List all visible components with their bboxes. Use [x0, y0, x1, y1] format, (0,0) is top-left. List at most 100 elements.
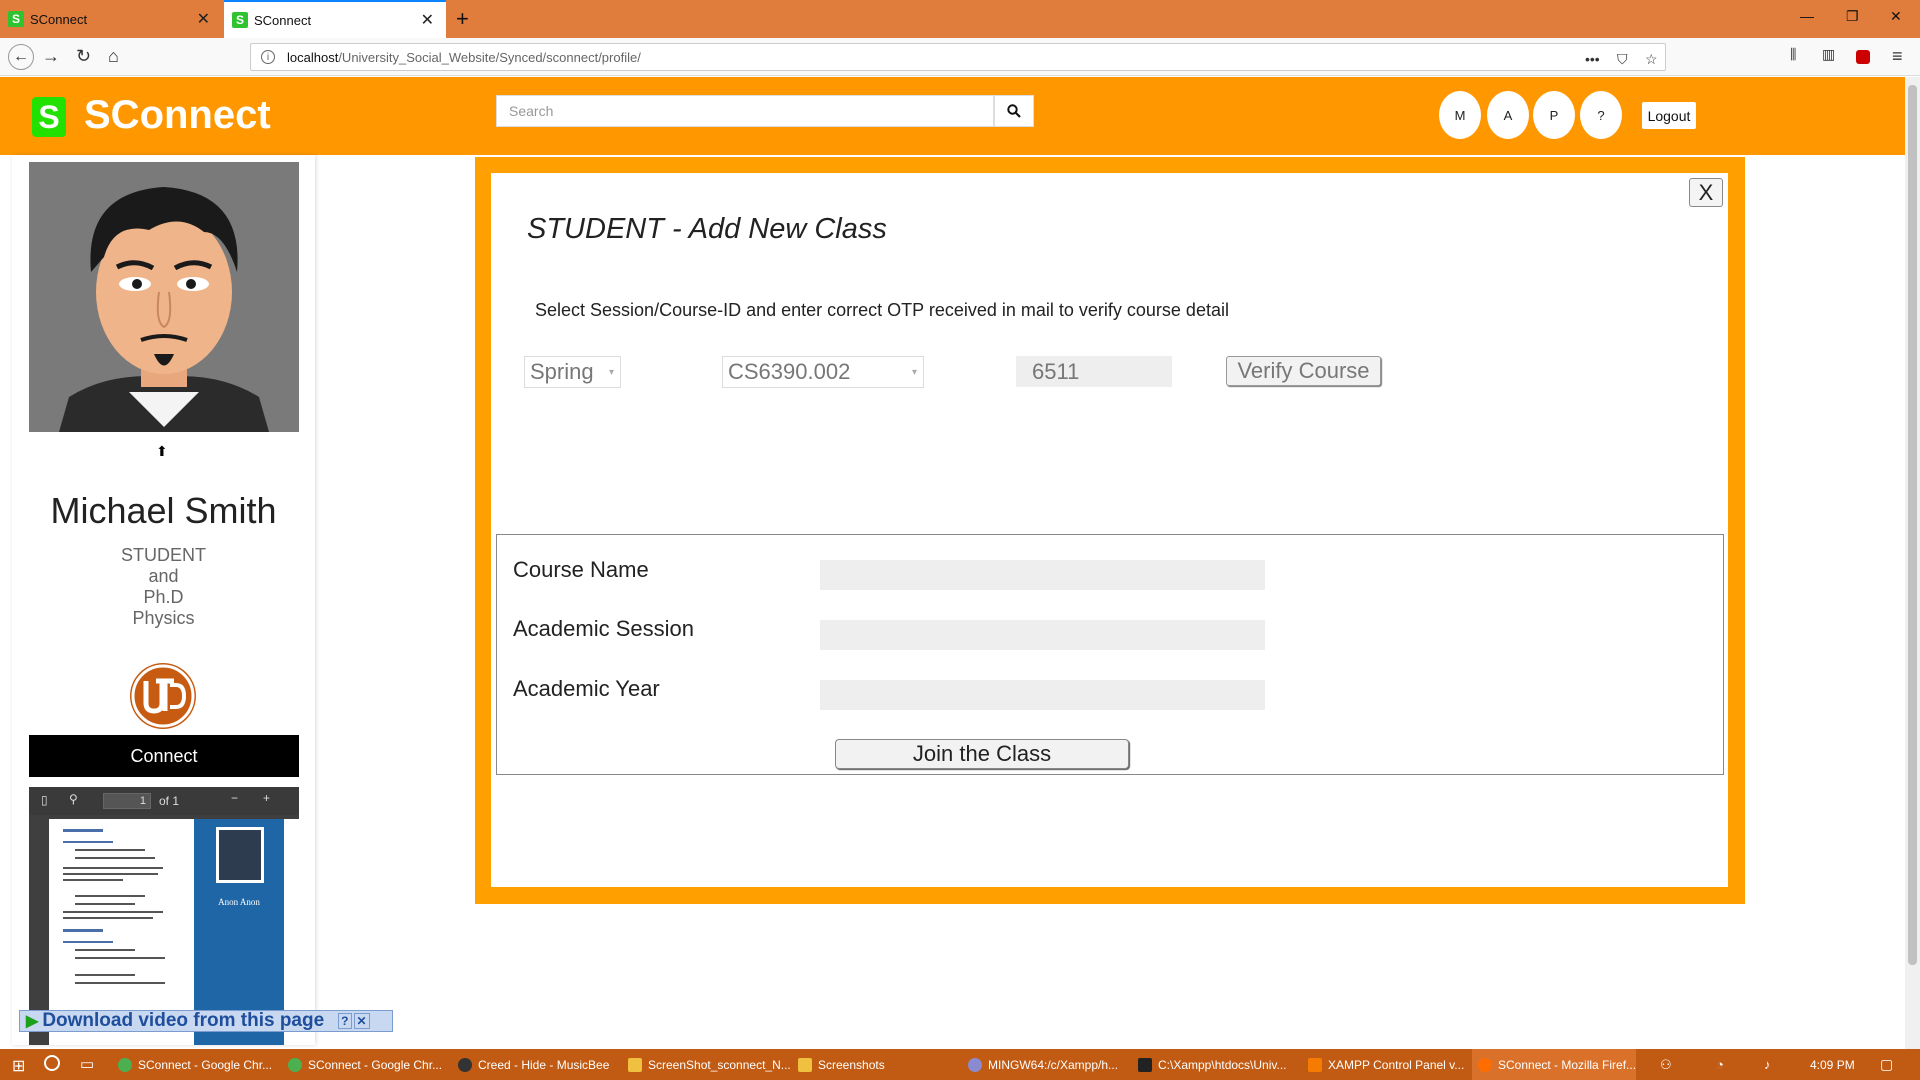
pdf-page-input[interactable]: [103, 793, 151, 809]
pdf-search-icon[interactable]: ⚲: [69, 792, 78, 806]
clock[interactable]: 4:09 PM: [1810, 1058, 1855, 1072]
sidebar-toggle-icon[interactable]: ▥: [1822, 46, 1835, 63]
academic-session-label: Academic Session: [513, 616, 694, 641]
url-bar[interactable]: i localhost /University_Social_Website/S…: [250, 43, 1666, 71]
course-name-label: Course Name: [513, 557, 649, 582]
connect-button[interactable]: Connect: [29, 735, 299, 777]
help-icon[interactable]: ?: [338, 1013, 352, 1029]
course-select[interactable]: CS6390.002 ▾: [722, 356, 924, 388]
modal-close-button[interactable]: X: [1689, 178, 1723, 207]
taskbar-item[interactable]: XAMPP Control Panel v...: [1302, 1049, 1464, 1080]
taskbar-item-active[interactable]: SConnect - Mozilla Firef...: [1472, 1049, 1637, 1080]
tab-label: SConnect: [30, 11, 88, 27]
modal-title: STUDENT - Add New Class: [527, 213, 887, 245]
taskbar-item[interactable]: Creed - Hide - MusicBee: [452, 1049, 609, 1080]
back-icon[interactable]: ←: [8, 44, 34, 70]
site-header: S SConnect M A P ? Logout: [0, 77, 1905, 155]
logout-button[interactable]: Logout: [1642, 102, 1696, 129]
course-select-value: CS6390.002: [728, 359, 851, 384]
play-icon: ▶: [26, 1013, 39, 1030]
network-icon[interactable]: ◔: [1716, 1057, 1724, 1072]
profile-role: STUDENT: [121, 545, 206, 565]
nav-button-m[interactable]: M: [1439, 91, 1481, 139]
pdf-zoom-out-icon[interactable]: −: [231, 791, 238, 805]
course-name-field[interactable]: [820, 560, 1265, 590]
taskbar-item[interactable]: Screenshots: [792, 1049, 885, 1080]
chevron-down-icon: ▾: [608, 366, 614, 378]
chevron-down-icon: ▾: [911, 366, 917, 378]
nav-button-p[interactable]: P: [1533, 91, 1575, 139]
course-details-box: Course Name Academic Session Academic Ye…: [496, 534, 1724, 775]
pdf-zoom-in-icon[interactable]: +: [263, 791, 270, 805]
download-video-bar[interactable]: ▶ Download video from this page ? ✕: [19, 1010, 393, 1032]
nav-button-help[interactable]: ?: [1580, 91, 1622, 139]
taskbar-item[interactable]: SConnect - Google Chr...: [282, 1049, 442, 1080]
taskbar-item[interactable]: ScreenShot_sconnect_N...: [622, 1049, 791, 1080]
more-actions-icon[interactable]: •••: [1585, 51, 1600, 67]
pdf-toolbar: ▯ ⚲ of 1 − +: [29, 787, 299, 815]
browser-tab[interactable]: S SConnect ✕: [0, 0, 222, 38]
resume-photo: [216, 827, 264, 883]
page-scrollbar[interactable]: [1905, 77, 1920, 1049]
volume-icon[interactable]: ♪: [1764, 1057, 1771, 1072]
windows-start-icon[interactable]: ⊞: [12, 1056, 25, 1076]
join-class-button[interactable]: Join the Class: [835, 739, 1129, 769]
home-icon[interactable]: ⌂: [108, 46, 119, 67]
profile-name: Michael Smith: [50, 490, 277, 531]
nav-button-a[interactable]: A: [1487, 91, 1529, 139]
scrollbar-thumb[interactable]: [1908, 85, 1917, 965]
close-tab-icon[interactable]: ✕: [421, 10, 434, 30]
otp-input[interactable]: [1016, 356, 1172, 387]
forward-icon[interactable]: →: [42, 46, 60, 67]
url-path: /University_Social_Website/Synced/sconne…: [338, 49, 641, 65]
search-icon: [1007, 104, 1021, 118]
search-button[interactable]: [994, 95, 1034, 127]
profile-department: Physics: [132, 608, 195, 628]
pdf-resume-text: [63, 829, 165, 1029]
session-select-value: Spring: [530, 359, 594, 384]
academic-session-field[interactable]: [820, 620, 1265, 650]
site-title[interactable]: SConnect: [84, 93, 271, 138]
minimize-icon[interactable]: —: [1800, 8, 1814, 24]
restore-icon[interactable]: ❐: [1846, 8, 1859, 25]
ublock-icon[interactable]: [1856, 50, 1870, 64]
profile-degree: Ph.D: [143, 587, 184, 607]
window-close-icon[interactable]: ✕: [1890, 8, 1902, 25]
menu-icon[interactable]: ≡: [1892, 46, 1903, 67]
sconnect-favicon-icon: S: [232, 12, 248, 28]
task-view-icon[interactable]: ▭: [80, 1055, 94, 1073]
people-icon[interactable]: ⚇: [1660, 1057, 1672, 1073]
bookmark-star-icon[interactable]: ☆: [1645, 51, 1658, 68]
pocket-icon[interactable]: ⛉: [1617, 51, 1628, 68]
modal-description: Select Session/Course-ID and enter corre…: [535, 300, 1229, 320]
browser-tab-active[interactable]: S SConnect ✕: [224, 0, 446, 38]
pdf-sidebar-icon[interactable]: ▯: [41, 793, 48, 807]
cortana-icon[interactable]: [44, 1055, 60, 1071]
resume-person-name: Anon Anon: [218, 897, 260, 907]
resume-pdf-viewer[interactable]: ▯ ⚲ of 1 − + Anon Anon: [29, 787, 299, 1045]
sconnect-logo-icon[interactable]: S: [32, 97, 66, 137]
upload-icon[interactable]: ⬆: [156, 443, 168, 460]
academic-year-field[interactable]: [820, 680, 1265, 710]
library-icon[interactable]: ⫼: [1790, 46, 1796, 63]
browser-tab-bar: S SConnect ✕ S SConnect ✕ + — ❐ ✕: [0, 0, 1920, 38]
browser-nav-bar: ← → ↻ ⌂ i localhost /University_Social_W…: [0, 38, 1920, 76]
profile-line: and: [148, 566, 179, 586]
taskbar-item[interactable]: C:\Xampp\htdocs\Univ...: [1132, 1049, 1287, 1080]
reload-icon[interactable]: ↻: [76, 46, 91, 67]
taskbar-item[interactable]: SConnect - Google Chr...: [112, 1049, 272, 1080]
avatar: [29, 162, 299, 432]
session-select[interactable]: Spring ▾: [524, 356, 621, 388]
new-tab-icon[interactable]: +: [456, 6, 469, 32]
taskbar-item[interactable]: MINGW64:/c/Xampp/h...: [962, 1049, 1118, 1080]
search-input[interactable]: [496, 95, 994, 127]
avatar-illustration: [29, 162, 299, 432]
notifications-icon[interactable]: ▢: [1880, 1056, 1893, 1073]
site-info-icon[interactable]: i: [261, 50, 275, 64]
profile-sidebar: ⬆ Michael Smith STUDENT and Ph.D Physics…: [12, 155, 315, 1045]
download-video-link[interactable]: Download video from this page: [42, 1010, 324, 1032]
academic-year-label: Academic Year: [513, 676, 660, 701]
verify-course-button[interactable]: Verify Course: [1226, 356, 1381, 386]
close-icon[interactable]: ✕: [353, 1013, 370, 1029]
close-tab-icon[interactable]: ✕: [197, 9, 210, 29]
